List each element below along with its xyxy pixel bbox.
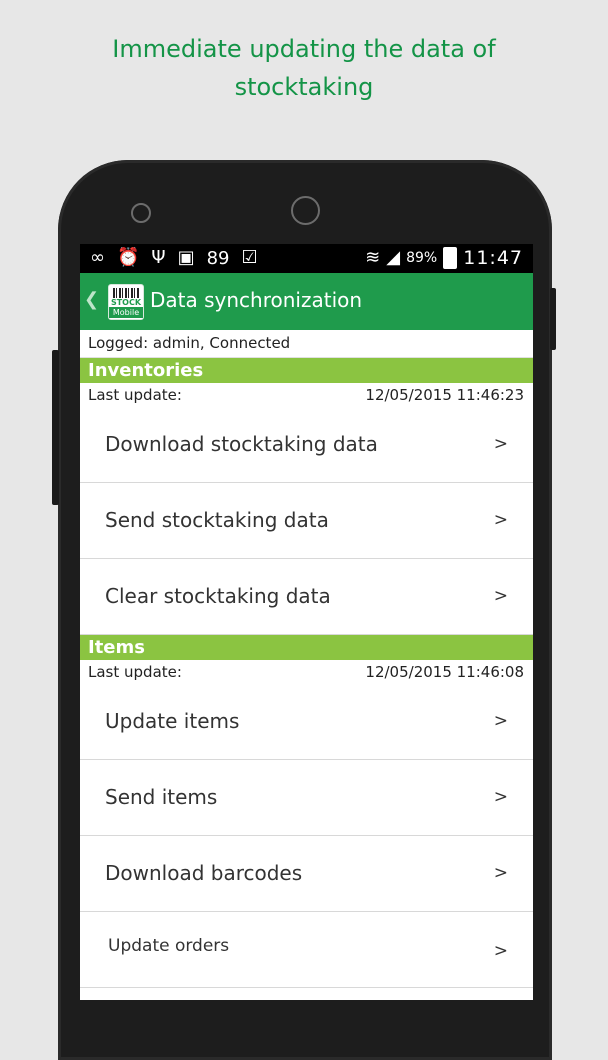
download-stocktaking-data-item[interactable]: Download stocktaking data > [80,407,533,483]
chevron-right-icon: > [493,510,508,530]
chevron-right-icon: > [493,863,508,883]
battery-charging-icon [443,247,458,269]
back-chevron-icon[interactable]: ❮ [84,289,99,310]
last-update-items: Last update: 12/05/2015 11:46:08 [80,660,533,684]
barcode-icon [113,288,139,298]
list-item-label: Send items [105,785,218,809]
chevron-right-icon: > [493,941,508,961]
chevron-right-icon: > [493,586,508,606]
list-item-label: Send stocktaking data [105,508,329,532]
chevron-right-icon: > [493,787,508,807]
image-icon: ▣ [177,247,195,268]
send-items-item[interactable]: Send items > [80,760,533,836]
login-status: Logged: admin, Connected [80,330,533,358]
alarm-icon: ⏰ [117,247,140,268]
phone-camera [291,196,320,225]
notification-count: 89 [206,247,230,269]
page-title: Data synchronization [150,288,363,312]
logo-line1: STOCK [110,298,142,307]
last-update-label: Last update: [88,663,182,681]
download-barcodes-item[interactable]: Download barcodes > [80,836,533,912]
logo-line2: Mobile [109,307,143,318]
update-orders-item[interactable]: Update orders > [80,912,533,988]
section-header-items: Items [80,635,533,660]
clear-stocktaking-data-item[interactable]: Clear stocktaking data > [80,559,533,635]
update-items-item[interactable]: Update items > [80,684,533,760]
last-update-value: 12/05/2015 11:46:08 [365,663,524,681]
list-item-label: Update orders [108,936,230,956]
phone-sensor [131,203,151,223]
clock: 11:47 [463,247,523,269]
app-logo[interactable]: STOCK Mobile [108,284,144,320]
signal-icon: ◢ [386,247,401,268]
chevron-right-icon: > [493,434,508,454]
phone-screen: ∞ ⏰ Ψ ▣ 89 ☑ ≋ ◢ 89% 11:47 ❮ STOCK Mobil… [80,244,533,1000]
list-item-label: Download barcodes [105,861,303,885]
chevron-right-icon: > [493,711,508,731]
usb-icon: Ψ [151,247,166,268]
phone-power-button [550,288,556,350]
last-update-label: Last update: [88,386,182,404]
status-bar: ∞ ⏰ Ψ ▣ 89 ☑ ≋ ◢ 89% 11:47 [80,244,533,273]
battery-percent: 89% [406,250,438,266]
phone-volume-button [52,350,59,505]
infinity-icon: ∞ [90,247,105,268]
last-update-inventories: Last update: 12/05/2015 11:46:23 [80,383,533,407]
app-bar: ❮ STOCK Mobile Data synchronization [80,273,533,330]
promo-headline-line1: Immediate updating the data of [112,35,496,63]
section-header-inventories: Inventories [80,358,533,383]
list-item-label: Download stocktaking data [105,432,378,456]
send-stocktaking-data-item[interactable]: Send stocktaking data > [80,483,533,559]
briefcase-icon: ☑ [241,247,258,268]
promo-headline: Immediate updating the data of stocktaki… [0,30,608,106]
wifi-icon: ≋ [365,247,381,268]
list-item-label: Update items [105,709,240,733]
promo-headline-line2: stocktaking [234,73,374,101]
last-update-value: 12/05/2015 11:46:23 [365,386,524,404]
list-item-label: Clear stocktaking data [105,584,331,608]
